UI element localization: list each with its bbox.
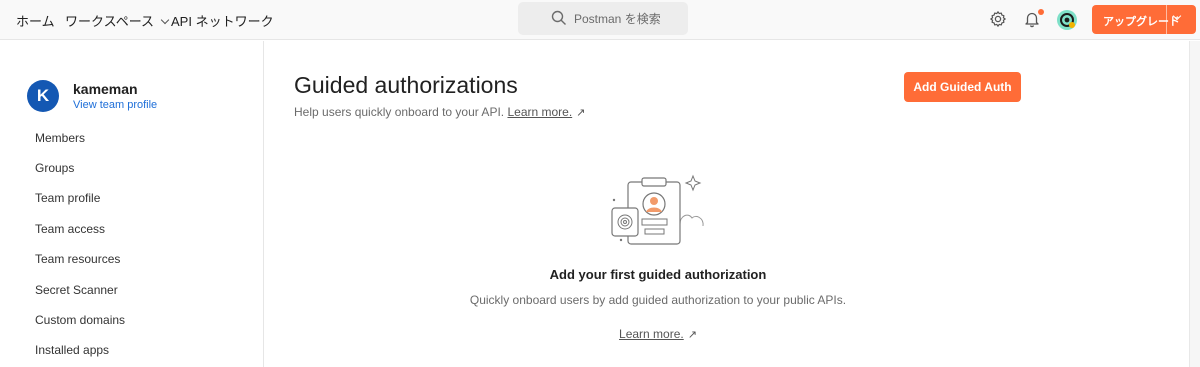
upgrade-divider [1166,5,1167,34]
upgrade-label: アップグレード [1103,16,1180,28]
sidebar-item-members[interactable]: Members [35,131,85,145]
empty-learn-more-link[interactable]: Learn more. [619,327,684,341]
team-name: kameman [73,81,138,97]
empty-state-link-row: Learn more. ↗ [265,327,1051,341]
search-input[interactable]: Postman を検索 [518,2,688,35]
notification-dot [1038,9,1044,15]
nav-workspaces-label: ワークスペース [65,14,155,29]
sidebar-item-team-access[interactable]: Team access [35,222,105,236]
empty-state-description: Quickly onboard users by add guided auth… [469,293,847,307]
nav-api-network[interactable]: API ネットワーク [171,11,274,30]
sidebar-item-secret-scanner[interactable]: Secret Scanner [35,283,118,297]
add-guided-auth-button[interactable]: Add Guided Auth [904,72,1021,102]
main-content: Guided authorizations Help users quickly… [265,41,1200,367]
subtitle-text: Help users quickly onboard to your API. [294,105,505,119]
upgrade-button[interactable]: アップグレード [1092,5,1196,34]
page-subtitle: Help users quickly onboard to your API. … [294,105,585,119]
nav-workspaces[interactable]: ワークスペース [65,11,170,30]
external-link-icon: ↗ [576,107,586,119]
page-title: Guided authorizations [294,72,518,98]
chevron-down-icon [160,15,170,25]
learn-more-link[interactable]: Learn more. [507,105,572,119]
search-placeholder: Postman を検索 [574,12,661,26]
nav-home[interactable]: ホーム [16,11,55,30]
sidebar-item-team-profile[interactable]: Team profile [35,191,100,205]
view-team-profile-link[interactable]: View team profile [73,99,157,111]
search-icon [551,10,566,25]
sidebar-item-installed-apps[interactable]: Installed apps [35,343,109,357]
empty-state-title: Add your first guided authorization [549,267,767,282]
top-bar: ホーム ワークスペース API ネットワーク Postman を検索 アップグレ… [0,0,1200,40]
sidebar: K kameman View team profile Members Grou… [0,41,264,367]
sidebar-item-groups[interactable]: Groups [35,161,74,175]
sidebar-item-team-resources[interactable]: Team resources [35,252,120,266]
id-badge-illustration [611,174,704,245]
team-avatar: K [27,80,59,112]
scrollbar[interactable] [1189,41,1200,367]
user-avatar-icon[interactable] [1056,9,1078,31]
sidebar-item-custom-domains[interactable]: Custom domains [35,313,125,327]
settings-gear-icon[interactable] [989,10,1007,28]
external-link-icon: ↗ [687,329,697,341]
